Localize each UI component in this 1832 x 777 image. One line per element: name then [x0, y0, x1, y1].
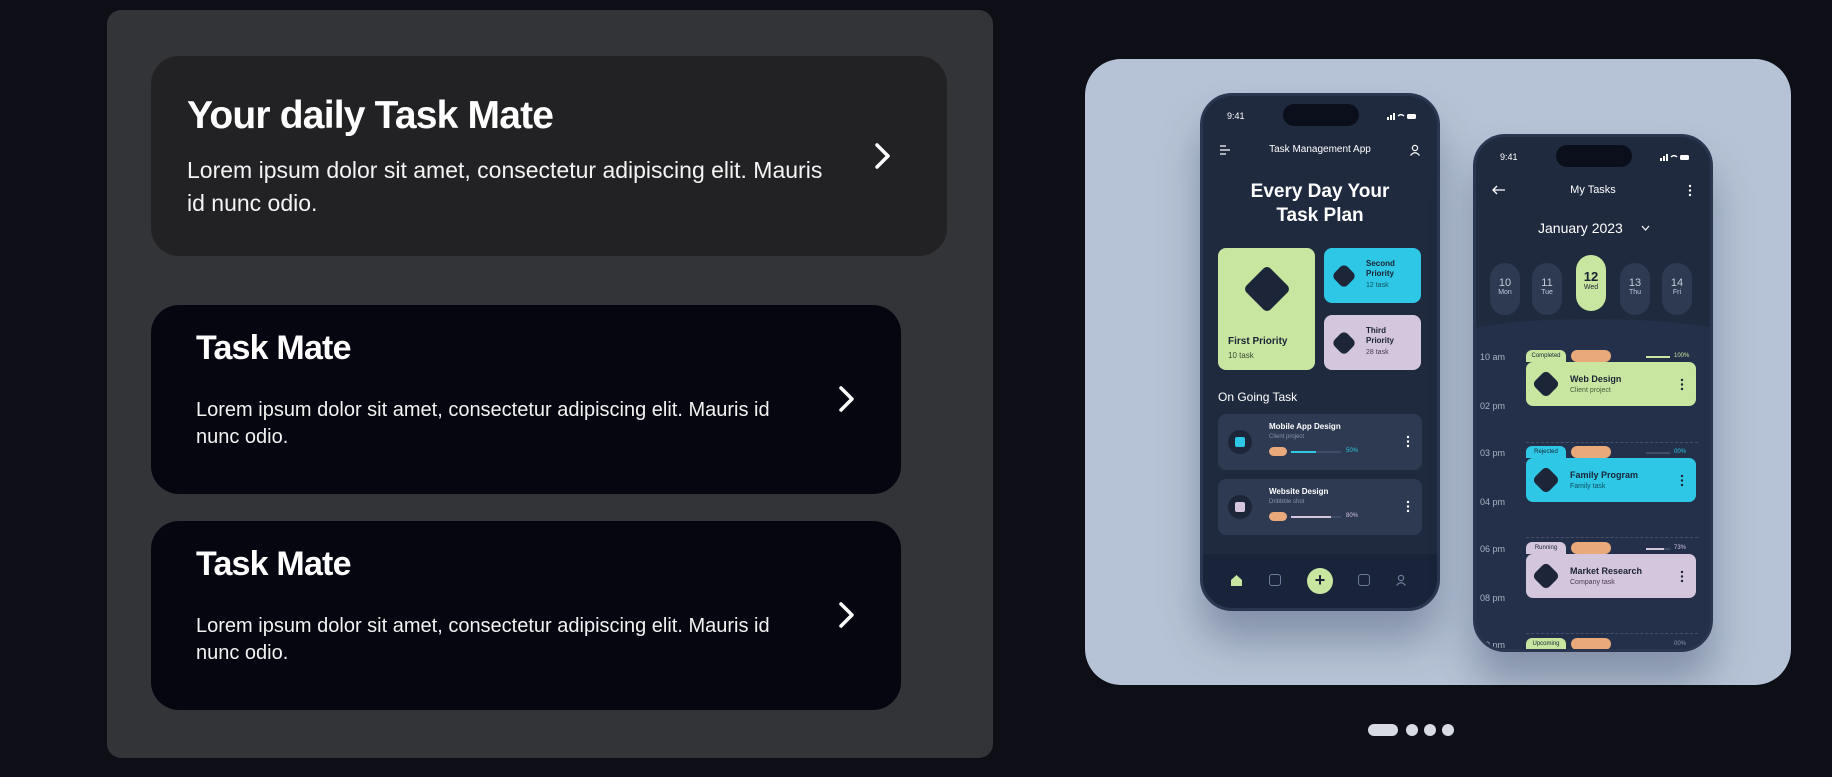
task-progress: 100% [1674, 353, 1690, 359]
ongoing-title: On Going Task [1218, 390, 1298, 404]
feature-card-2[interactable]: Task Mate Lorem ipsum dolor sit amet, co… [151, 305, 901, 494]
task-progress: 00% [1674, 449, 1687, 455]
day-chip-selected[interactable]: 12 Wed [1576, 255, 1606, 311]
priority-count: 10 task [1228, 351, 1254, 360]
task-progress: 80% [1346, 513, 1359, 519]
app-showcase-image: 9:41 Task Management App Every Day Your … [1085, 59, 1791, 685]
status-icons [1660, 154, 1689, 161]
priority-card-first[interactable]: First Priority 10 task [1218, 248, 1315, 370]
user-icon[interactable] [1409, 144, 1421, 156]
chevron-down-icon[interactable] [1641, 225, 1650, 231]
status-tag: Rejected [1526, 446, 1566, 458]
status-tag: Upcoming [1526, 638, 1566, 649]
chart-icon[interactable] [1358, 574, 1370, 586]
day-chip[interactable]: 14 Fri [1662, 263, 1692, 315]
task-name: Web Design [1570, 374, 1622, 384]
task-name: Mobile App Design [1269, 422, 1341, 431]
headline: Every Day Your Task Plan [1250, 181, 1390, 226]
priority-name: First Priority [1228, 336, 1288, 347]
status-time: 9:41 [1500, 152, 1518, 162]
card-title: Task Mate [196, 329, 351, 367]
time-label: 02 pm [1480, 401, 1506, 411]
time-label: 04 pm [1480, 497, 1506, 507]
carousel-dot[interactable] [1406, 724, 1418, 736]
add-task-button[interactable]: + [1307, 568, 1333, 594]
day-chip[interactable]: 10 Mon [1490, 263, 1520, 315]
home-icon[interactable] [1230, 574, 1243, 587]
day-chip[interactable]: 13 Thu [1620, 263, 1650, 315]
task-sub: Family task [1570, 483, 1606, 490]
task-name: Family Program [1570, 470, 1639, 480]
status-tag: Completed [1526, 350, 1566, 362]
schedule-item[interactable]: Family Program Family task [1526, 458, 1696, 502]
task-sub: Company task [1570, 579, 1615, 586]
month-label[interactable]: January 2023 [1538, 220, 1623, 236]
time-label: 10 am [1480, 352, 1506, 362]
schedule-item[interactable]: Web Design Client project [1526, 362, 1696, 406]
calendar-icon[interactable] [1269, 574, 1281, 586]
carousel-dot-active[interactable] [1368, 724, 1398, 736]
phone-notch [1283, 104, 1359, 126]
card-body: Lorem ipsum dolor sit amet, consectetur … [196, 399, 770, 448]
more-vertical-icon[interactable] [1680, 378, 1684, 391]
schedule-item[interactable]: Market Research Company task [1526, 554, 1696, 598]
priority-name: Third Priority [1366, 326, 1395, 345]
profile-icon[interactable] [1395, 574, 1407, 586]
status-icons [1387, 113, 1416, 120]
task-name: Market Research [1570, 566, 1643, 576]
priority-name: Second Priority [1366, 259, 1395, 278]
card-body: Lorem ipsum dolor sit amet, consectetur … [196, 615, 770, 664]
task-progress: 73% [1674, 545, 1687, 551]
phone-my-tasks-screen: 9:41 My Tasks January 2023 10 Mon 11 Tue 1… [1473, 134, 1713, 652]
priority-card-third[interactable]: Third Priority 28 task [1324, 315, 1421, 370]
priority-count: 12 task [1366, 282, 1389, 289]
status-tag: Running [1526, 542, 1566, 554]
more-vertical-icon[interactable] [1688, 184, 1692, 197]
task-progress: 50% [1346, 448, 1359, 454]
card-title: Task Mate [196, 545, 351, 583]
status-time: 9:41 [1227, 111, 1245, 121]
card-body: Lorem ipsum dolor sit amet, consectetur … [187, 157, 823, 216]
carousel-dot[interactable] [1424, 724, 1436, 736]
priority-card-second[interactable]: Second Priority 12 task [1324, 248, 1421, 303]
task-sub: Client project [1570, 387, 1611, 394]
time-label: 03 pm [1480, 448, 1506, 458]
more-vertical-icon[interactable] [1406, 435, 1410, 448]
task-row[interactable]: Mobile App Design Client project 50% [1218, 414, 1422, 470]
time-label: 06 pm [1480, 544, 1506, 554]
more-vertical-icon[interactable] [1406, 500, 1410, 513]
day-chip[interactable]: 11 Tue [1532, 263, 1562, 315]
chevron-right-icon[interactable] [829, 382, 863, 416]
chevron-right-icon[interactable] [865, 139, 899, 173]
more-vertical-icon[interactable] [1680, 570, 1684, 583]
time-label: 08 pm [1480, 593, 1506, 603]
screen-title: My Tasks [1570, 184, 1616, 196]
carousel-dot[interactable] [1442, 724, 1454, 736]
feature-list-panel: Your daily Task Mate Lorem ipsum dolor s… [107, 10, 993, 758]
task-row[interactable]: Website Design Dribbble shot 80% [1218, 479, 1422, 535]
feature-card-1[interactable]: Your daily Task Mate Lorem ipsum dolor s… [151, 56, 947, 256]
task-progress: 00% [1674, 641, 1687, 647]
phone-notch [1556, 145, 1632, 167]
task-sub: Client project [1269, 434, 1305, 440]
task-sub: Dribbble shot [1269, 499, 1305, 505]
card-title: Your daily Task Mate [187, 94, 554, 137]
bottom-nav: + [1203, 554, 1437, 608]
app-title: Task Management App [1269, 144, 1371, 155]
more-vertical-icon[interactable] [1680, 474, 1684, 487]
task-name: Website Design [1269, 487, 1329, 496]
priority-count: 28 task [1366, 349, 1389, 356]
chevron-right-icon[interactable] [829, 598, 863, 632]
phone-home-screen: 9:41 Task Management App Every Day Your … [1200, 93, 1440, 611]
feature-card-3[interactable]: Task Mate Lorem ipsum dolor sit amet, co… [151, 521, 901, 710]
time-label: 10 pm [1480, 640, 1506, 650]
